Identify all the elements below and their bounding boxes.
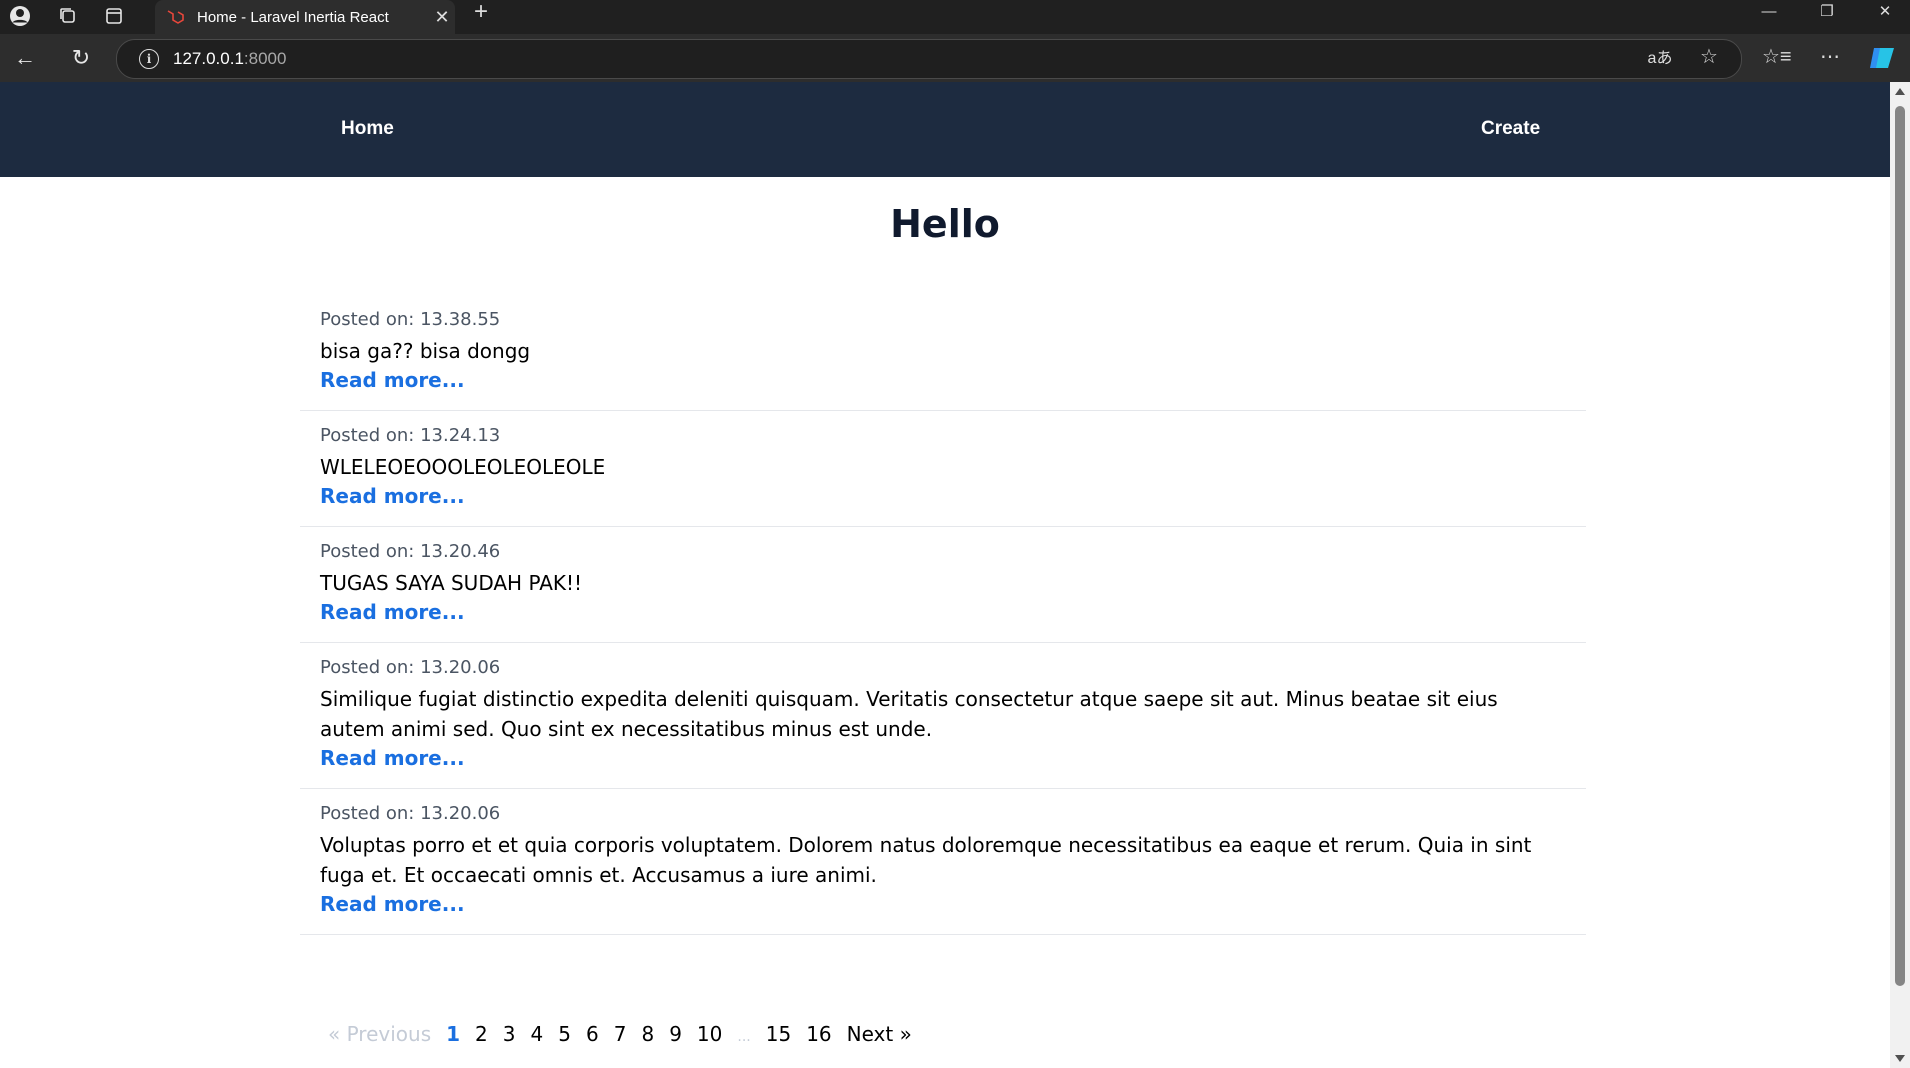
pagination-page-15[interactable]: 15 [766,1022,791,1046]
post-body: bisa ga?? bisa dongg [320,339,531,363]
active-tab[interactable]: Home - Laravel Inertia React ✕ [155,0,455,34]
scrollbar-thumb[interactable] [1895,106,1905,986]
vertical-scrollbar[interactable] [1890,82,1910,1068]
new-tab-icon[interactable]: + [466,0,496,30]
page-viewport: Home Create Hello Posted on: 13.38.55 bi… [0,82,1890,1068]
more-icon[interactable]: ⋯ [1816,44,1844,69]
post-body: TUGAS SAYA SUDAH PAK!! [320,571,583,595]
pagination-page-9[interactable]: 9 [669,1022,682,1046]
pagination: « Previous 1 2 3 4 5 6 7 8 9 10 ... 15 1… [328,1022,927,1046]
window-close-icon[interactable]: ✕ [1862,0,1908,26]
post-item: Posted on: 13.20.06 Voluptas porro et et… [300,789,1586,935]
post-list: Posted on: 13.38.55 bisa ga?? bisa dongg… [300,295,1586,935]
workspaces-icon[interactable] [52,1,84,31]
pagination-page-10[interactable]: 10 [697,1022,722,1046]
pagination-page-3[interactable]: 3 [503,1022,516,1046]
read-more-link[interactable]: Read more... [320,892,465,916]
post-item: Posted on: 13.20.06 Similique fugiat dis… [300,643,1586,789]
favorites-icon[interactable]: ☆≡ [1762,44,1792,69]
pagination-ellipsis: ... [737,1029,751,1045]
read-more-link[interactable]: Read more... [320,746,465,770]
post-item: Posted on: 13.38.55 bisa ga?? bisa dongg… [300,295,1586,411]
post-body: WLELEOEOOOLEOLEOLEOLE [320,455,606,479]
site-navbar: Home Create [0,82,1890,177]
refresh-icon[interactable]: ↻ [66,44,96,74]
scroll-down-icon[interactable] [1895,1055,1905,1062]
laravel-favicon [167,10,184,24]
close-icon[interactable]: ✕ [429,7,455,28]
pagination-page-4[interactable]: 4 [531,1022,544,1046]
pagination-page-6[interactable]: 6 [586,1022,599,1046]
post-body: Similique fugiat distinctio expedita del… [320,687,1498,741]
back-icon[interactable]: ← [10,44,40,74]
post-timestamp: Posted on: 13.38.55 [320,309,501,330]
address-bar-row: ← ↻ i 127.0.0.1 :8000 aあ ☆ ☆≡ ⋯ [0,34,1910,82]
copilot-icon[interactable] [1866,42,1898,74]
pagination-page-8[interactable]: 8 [641,1022,654,1046]
favorite-star-icon[interactable]: ☆ [1695,44,1723,69]
post-item: Posted on: 13.24.13 WLELEOEOOOLEOLEOLEOL… [300,411,1586,527]
tab-title: Home - Laravel Inertia React [197,8,389,26]
url-host: 127.0.0.1 [173,49,244,68]
pagination-page-16[interactable]: 16 [806,1022,831,1046]
browser-tab-bar: Home - Laravel Inertia React ✕ + — ❐ ✕ [0,0,1910,34]
post-timestamp: Posted on: 13.20.06 [320,657,501,678]
url-port: :8000 [243,49,287,68]
post-body: Voluptas porro et et quia corporis volup… [320,833,1532,887]
tab-actions-icon[interactable] [98,1,130,31]
nav-create-link[interactable]: Create [1481,118,1540,140]
read-more-link[interactable]: Read more... [320,600,465,624]
pagination-page-5[interactable]: 5 [558,1022,571,1046]
pagination-page-1[interactable]: 1 [446,1022,460,1046]
read-more-link[interactable]: Read more... [320,368,465,392]
post-timestamp: Posted on: 13.20.06 [320,803,501,824]
minimize-icon[interactable]: — [1746,0,1792,26]
pagination-previous: « Previous [328,1022,432,1046]
post-item: Posted on: 13.20.46 TUGAS SAYA SUDAH PAK… [300,527,1586,643]
nav-home-link[interactable]: Home [341,118,394,140]
scroll-up-icon[interactable] [1895,88,1905,95]
read-more-link[interactable]: Read more... [320,484,465,508]
site-info-icon[interactable]: i [139,49,159,69]
page-title: Hello [890,202,1000,246]
profile-icon[interactable] [4,1,36,31]
read-aloud-icon[interactable]: aあ [1646,44,1674,68]
post-timestamp: Posted on: 13.20.46 [320,541,501,562]
post-timestamp: Posted on: 13.24.13 [320,425,501,446]
restore-icon[interactable]: ❐ [1804,0,1850,26]
pagination-page-7[interactable]: 7 [614,1022,627,1046]
pagination-page-2[interactable]: 2 [475,1022,488,1046]
address-bar[interactable]: i 127.0.0.1 :8000 [116,39,1742,79]
pagination-next[interactable]: Next » [847,1022,912,1046]
